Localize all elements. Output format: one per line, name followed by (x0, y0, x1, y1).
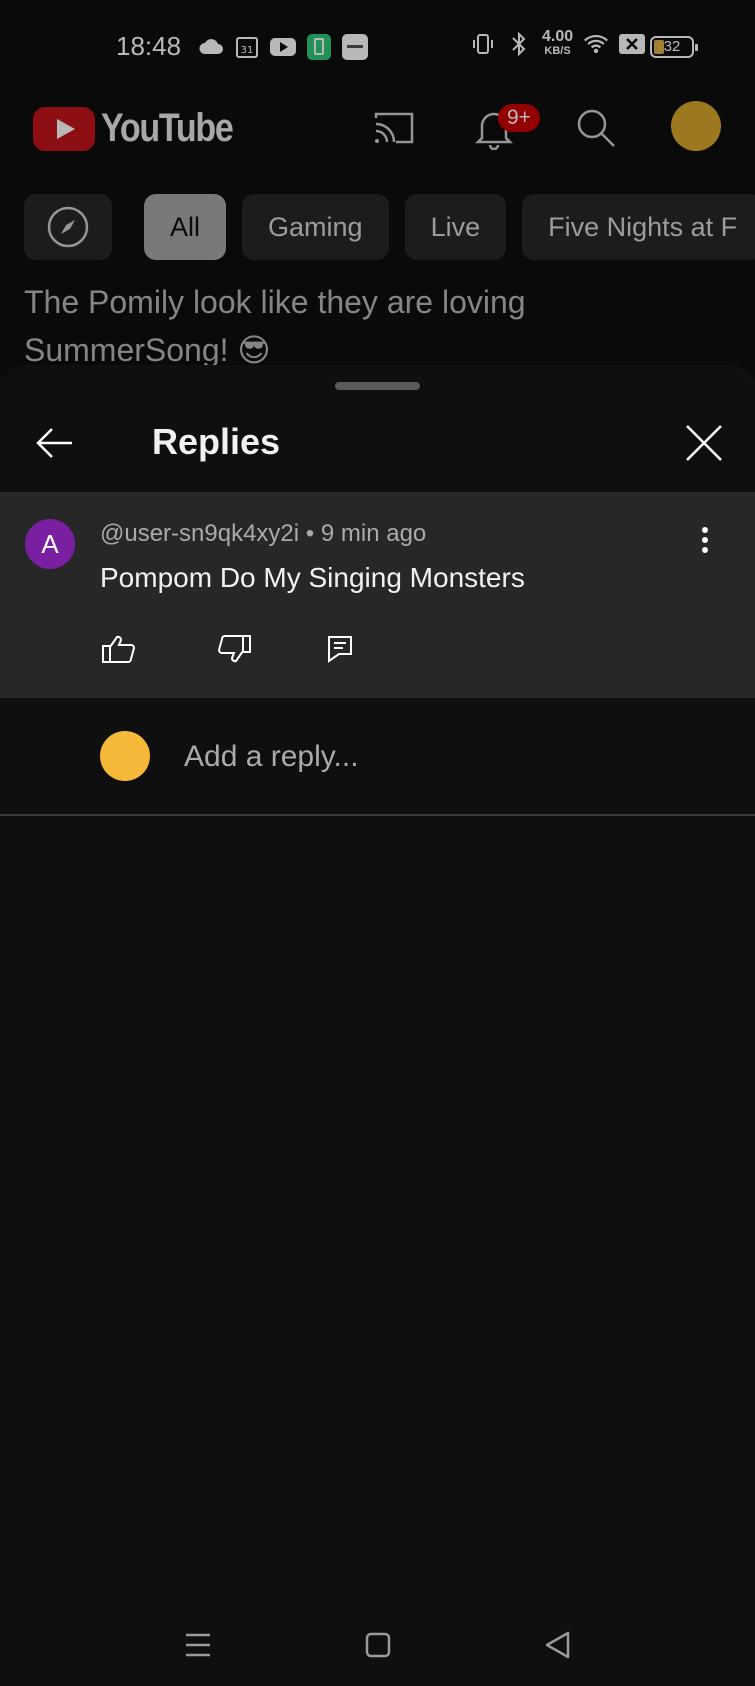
app-icon (342, 34, 368, 60)
chip-live[interactable]: Live (404, 194, 507, 260)
comment-meta: @user-sn9qk4xy2i • 9 min ago (100, 520, 426, 548)
notification-badge: 9+ (498, 104, 540, 132)
sheet-header: Replies (0, 405, 755, 485)
home-button[interactable] (348, 1623, 408, 1667)
status-time: 18:48 (116, 31, 182, 61)
status-system-icons: 4.00 KB/S (470, 28, 646, 58)
more-vert-icon (702, 527, 708, 553)
search-icon[interactable] (568, 100, 624, 156)
youtube-play-icon (33, 106, 95, 151)
back-nav-button[interactable] (527, 1623, 587, 1667)
square-icon (365, 1632, 391, 1658)
thumbs-down-icon (218, 635, 251, 663)
network-speed: 4.00 KB/S (542, 28, 574, 58)
speed-unit: KB/S (544, 45, 571, 57)
close-icon (686, 425, 722, 461)
triangle-back-icon (545, 1631, 570, 1659)
svg-text:31: 31 (241, 45, 254, 56)
add-reply-row (0, 698, 755, 816)
commenter-avatar[interactable]: A (25, 519, 75, 569)
battery-saver-icon (306, 34, 332, 60)
status-bar: 18:48 31 4.00 KB/S 32 (0, 0, 755, 78)
youtube-logo[interactable]: YouTube (33, 106, 256, 151)
system-nav-bar (0, 1615, 755, 1686)
chip-bar: All Gaming Live Five Nights at F (24, 194, 755, 260)
comment-author[interactable]: @user-sn9qk4xy2i (100, 520, 299, 547)
background-post-caption: The Pomily look like they are loving Sum… (24, 284, 526, 368)
chip-five-nights[interactable]: Five Nights at F (522, 194, 755, 260)
vibrate-icon (470, 31, 496, 57)
replies-sheet: Replies A @user-sn9qk4xy2i • 9 min ago P… (0, 365, 755, 1615)
like-button[interactable] (96, 627, 140, 671)
bluetooth-icon (506, 31, 532, 57)
comment-icon (328, 636, 352, 663)
status-notification-icons: 31 (198, 34, 368, 60)
battery-icon: 32 (650, 36, 698, 58)
battery-level: 32 (663, 38, 681, 55)
reply-button[interactable] (318, 627, 362, 671)
my-avatar (100, 731, 150, 781)
sheet-drag-handle[interactable] (335, 382, 420, 390)
cast-icon[interactable] (366, 100, 422, 156)
comment-item: A @user-sn9qk4xy2i • 9 min ago Pompom Do… (0, 492, 755, 698)
home-feed-background: YouTube 9+ All Gaming Live Five Nights a… (0, 78, 755, 378)
sheet-title: Replies (152, 421, 281, 462)
account-avatar[interactable] (671, 101, 721, 151)
comment-more-button[interactable] (688, 520, 722, 560)
back-button[interactable] (26, 415, 82, 471)
thumbs-up-icon (102, 635, 135, 663)
comment-separator: • (299, 520, 321, 547)
reply-input[interactable] (184, 736, 704, 778)
arrow-left-icon (36, 428, 72, 458)
youtube-logo-text: YouTube (101, 106, 234, 150)
comment-text: Pompom Do My Singing Monsters (100, 562, 525, 593)
menu-icon (186, 1633, 210, 1657)
dislike-button[interactable] (213, 627, 257, 671)
youtube-icon (270, 34, 296, 60)
recents-button[interactable] (168, 1623, 228, 1667)
close-button[interactable] (676, 415, 732, 471)
explore-chip[interactable] (24, 194, 112, 260)
calendar-31-icon: 31 (234, 34, 260, 60)
chip-gaming[interactable]: Gaming (242, 194, 389, 260)
compass-icon (47, 206, 89, 248)
wifi-icon (583, 31, 609, 57)
no-sim-icon (619, 31, 646, 57)
cloud-icon (198, 34, 224, 60)
comment-time: 9 min ago (320, 520, 427, 547)
speed-value: 4.00 (542, 28, 574, 45)
chip-all[interactable]: All (144, 194, 227, 260)
